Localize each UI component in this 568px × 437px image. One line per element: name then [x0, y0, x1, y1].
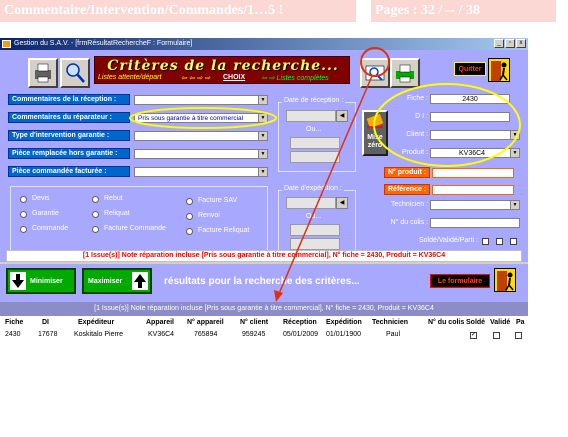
annotation-circle: [360, 47, 390, 77]
annotation-arrow-line: [277, 75, 373, 297]
annotation-arrow-head: [274, 290, 283, 302]
annotation-overlay: [274, 47, 390, 302]
